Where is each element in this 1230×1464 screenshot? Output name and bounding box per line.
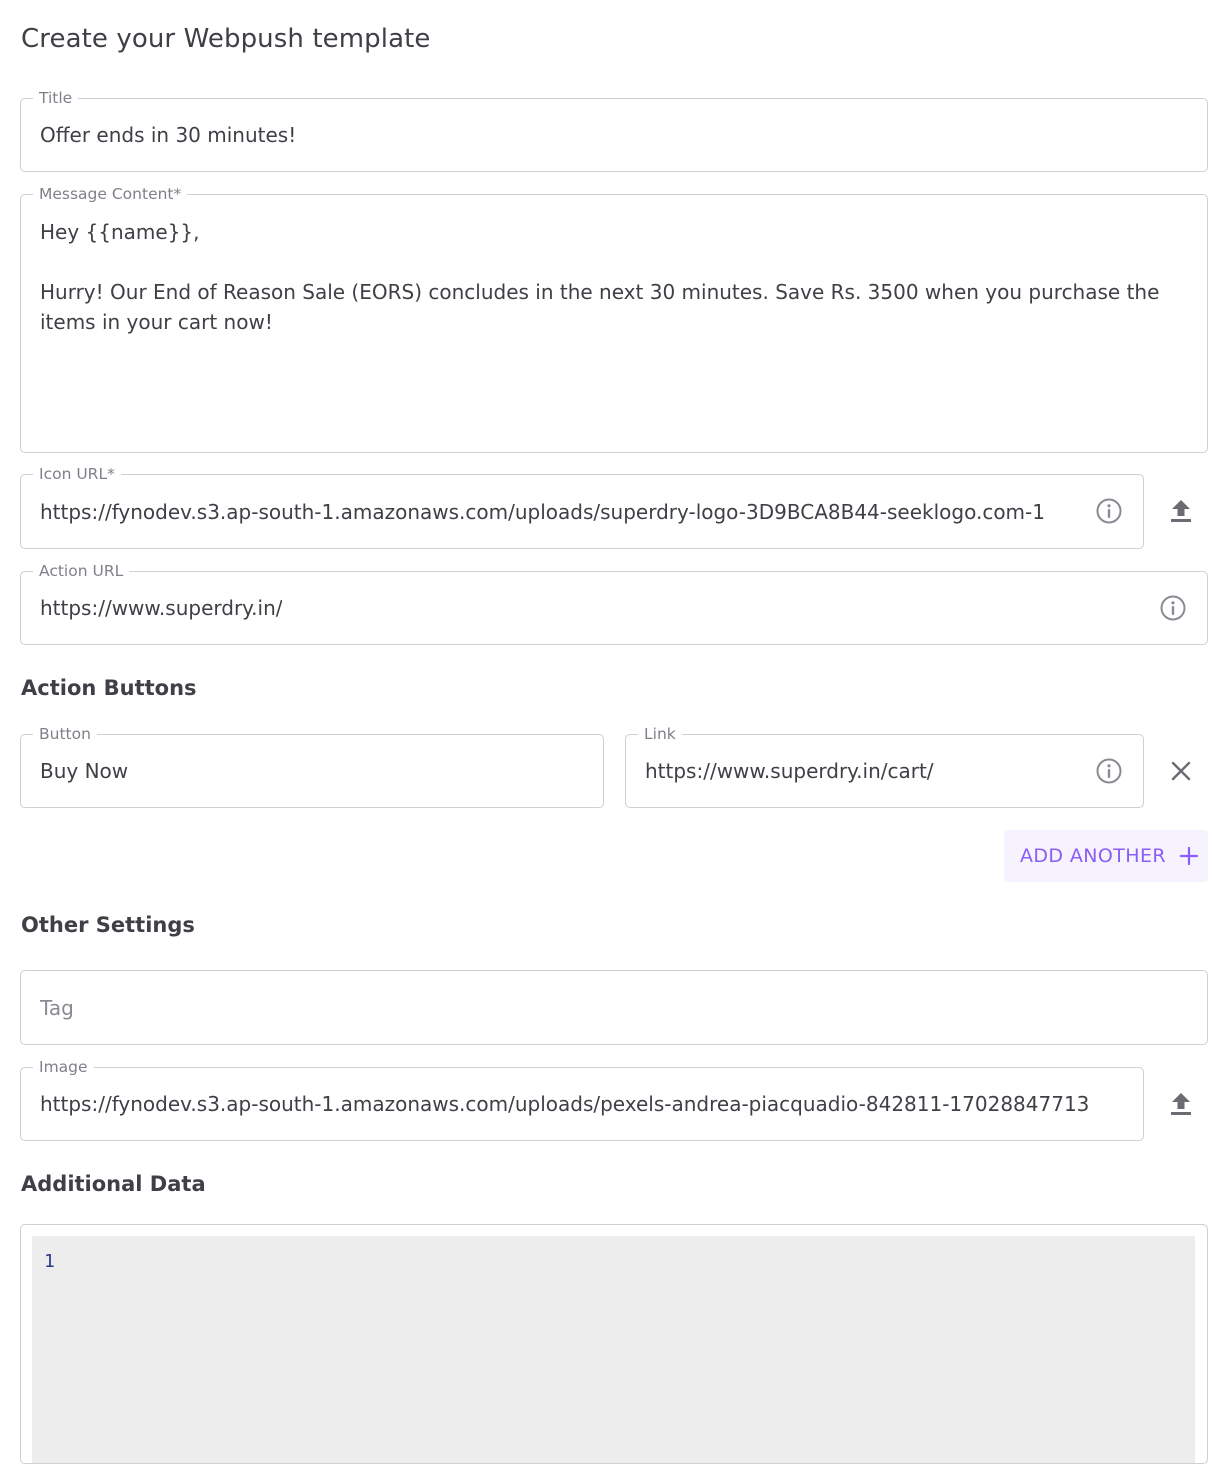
line-number: 1 bbox=[44, 1251, 55, 1272]
action-url-input[interactable]: https://www.superdry.in/ bbox=[40, 572, 282, 644]
message-content-textarea[interactable]: Hey {{name}}, Hurry! Our End of Reason S… bbox=[40, 217, 1191, 337]
info-icon[interactable] bbox=[1159, 594, 1187, 622]
additional-data-heading: Additional Data bbox=[21, 1172, 206, 1196]
info-icon[interactable] bbox=[1095, 497, 1123, 525]
add-another-label: ADD ANOTHER bbox=[1020, 845, 1166, 867]
button-field[interactable]: Button Buy Now bbox=[20, 724, 604, 808]
info-icon[interactable] bbox=[1095, 757, 1123, 785]
tag-input[interactable]: Tag bbox=[40, 971, 74, 1044]
message-content-field[interactable]: Message Content* Hey {{name}}, Hurry! Ou… bbox=[20, 184, 1208, 453]
plus-icon bbox=[1179, 847, 1198, 865]
additional-data-editor[interactable]: 1 bbox=[20, 1224, 1208, 1464]
icon-url-input[interactable]: https://fynodev.s3.ap-south-1.amazonaws.… bbox=[40, 475, 1095, 548]
image-url-input[interactable]: https://fynodev.s3.ap-south-1.amazonaws.… bbox=[40, 1068, 1131, 1140]
button-text-input[interactable]: Buy Now bbox=[40, 735, 128, 807]
code-editor-area[interactable]: 1 bbox=[32, 1236, 1195, 1463]
link-input[interactable]: https://www.superdry.in/cart/ bbox=[645, 735, 934, 807]
tag-field[interactable]: Tag bbox=[20, 970, 1208, 1045]
other-settings-heading: Other Settings bbox=[21, 913, 195, 937]
icon-url-field[interactable]: Icon URL* https://fynodev.s3.ap-south-1.… bbox=[20, 464, 1144, 549]
title-field[interactable]: Title Offer ends in 30 minutes! bbox=[20, 88, 1208, 172]
link-field[interactable]: Link https://www.superdry.in/cart/ bbox=[625, 724, 1144, 808]
action-url-field[interactable]: Action URL https://www.superdry.in/ bbox=[20, 561, 1208, 645]
image-upload-icon[interactable] bbox=[1166, 1089, 1196, 1119]
title-input[interactable]: Offer ends in 30 minutes! bbox=[40, 99, 296, 171]
add-another-button[interactable]: ADD ANOTHER bbox=[1004, 830, 1208, 882]
image-field[interactable]: Image https://fynodev.s3.ap-south-1.amaz… bbox=[20, 1057, 1144, 1141]
remove-button-close-icon[interactable] bbox=[1166, 756, 1196, 786]
message-content-label: Message Content* bbox=[33, 184, 188, 204]
page-title: Create your Webpush template bbox=[21, 24, 431, 54]
icon-url-upload-icon[interactable] bbox=[1166, 496, 1196, 526]
action-buttons-heading: Action Buttons bbox=[21, 676, 197, 700]
